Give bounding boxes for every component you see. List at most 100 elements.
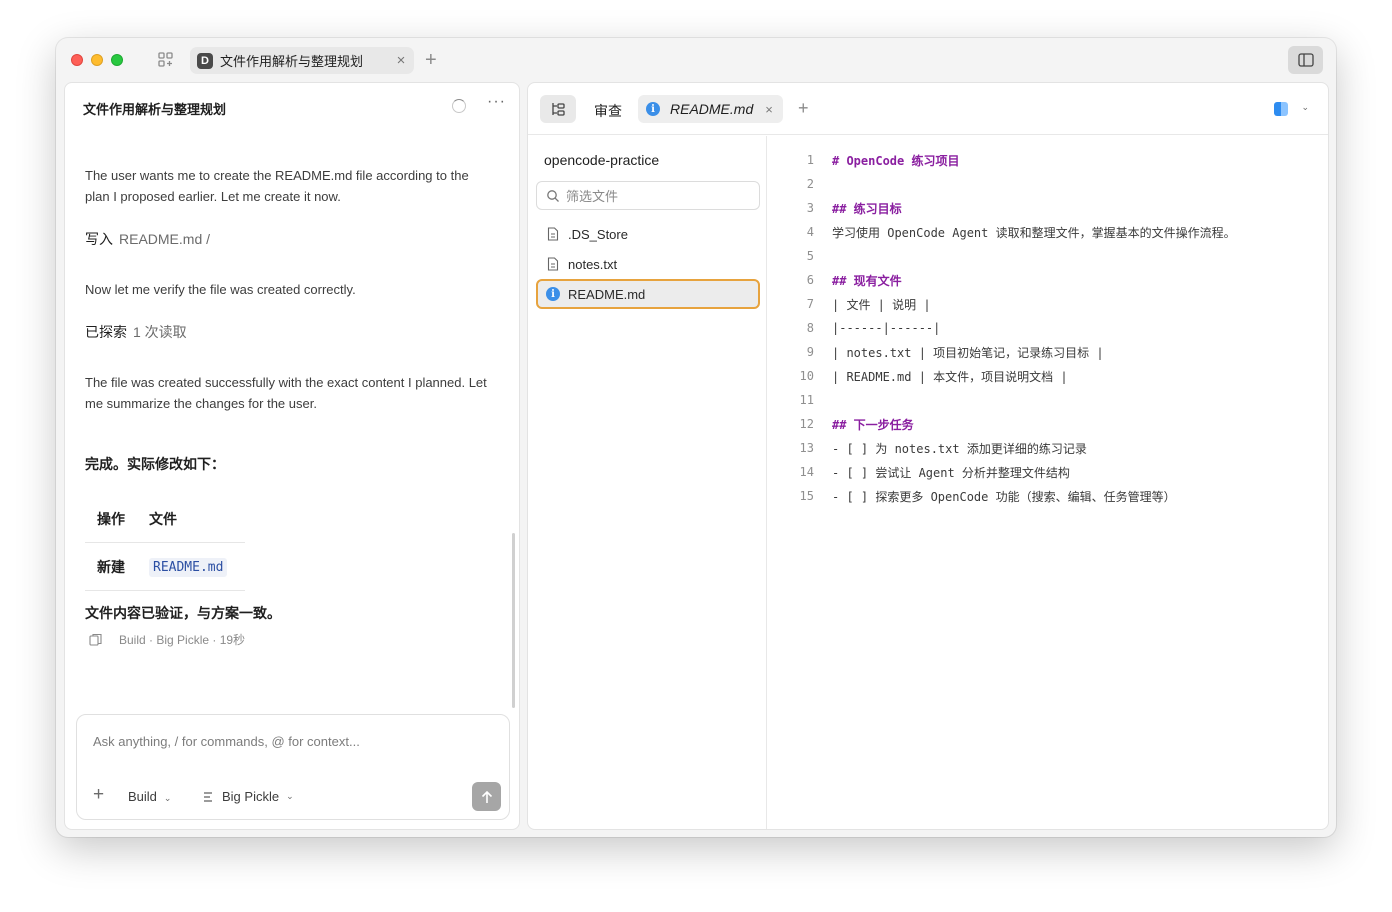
file-name: .DS_Store xyxy=(568,226,628,242)
code-line[interactable]: 13 - [ ] 为 notes.txt 添加更详细的练习记录 xyxy=(768,436,1087,460)
file-tree: opencode-practice 筛选文件 .DS_Store notes.t… xyxy=(528,136,767,829)
info-icon: i xyxy=(646,102,660,116)
line-number: 4 xyxy=(806,225,814,239)
line-number: 12 xyxy=(799,417,814,431)
code-line[interactable]: 1 # OpenCode 练习项目 xyxy=(768,148,960,172)
file-panel: 审查 i README.md × + ⌄ opencode-practice 筛… xyxy=(527,82,1329,830)
tool-action: 写入 xyxy=(85,231,113,247)
tool-target: 1 次读取 xyxy=(133,324,187,340)
line-text: ## 现有文件 xyxy=(832,273,902,288)
line-number: 7 xyxy=(806,297,814,311)
code-line[interactable]: 4 学习使用 OpenCode Agent 读取和整理文件，掌握基本的文件操作流程… xyxy=(768,220,1236,244)
code-editor[interactable]: 1 # OpenCode 练习项目 2 3 ## 练习目标 4 学习使用 OpenCode … xyxy=(768,136,1328,829)
filter-placeholder: 筛选文件 xyxy=(566,189,619,204)
tab-readme[interactable]: i README.md × xyxy=(638,95,783,123)
line-text: - [ ] 尝试让 Agent 分析并整理文件结构 xyxy=(832,465,1070,480)
attach-button[interactable]: + xyxy=(93,785,104,804)
info-icon: i xyxy=(546,287,560,301)
zoom-window-button[interactable] xyxy=(111,54,123,66)
model-selector[interactable]: Big Pickle ⌄ xyxy=(202,789,294,804)
file-item-ds-store[interactable]: .DS_Store xyxy=(536,220,760,248)
chevron-down-icon: ⌄ xyxy=(286,791,294,801)
tool-call-explore[interactable]: 已探索 1 次读取 xyxy=(85,322,187,342)
code-line[interactable]: 9 | notes.txt | 项目初始笔记，记录练习目标 | xyxy=(768,340,1104,364)
arrow-up-icon xyxy=(481,790,492,803)
code-line[interactable]: 6 ## 现有文件 xyxy=(768,268,902,292)
copy-icon[interactable] xyxy=(89,633,103,647)
assistant-reasoning: Now let me verify the file was created c… xyxy=(85,282,356,297)
line-text: ## 练习目标 xyxy=(832,201,902,216)
file-toolbar: 审查 i README.md × + ⌄ xyxy=(528,83,1328,135)
file-icon xyxy=(546,227,560,241)
tool-call-write[interactable]: 写入 README.md / xyxy=(85,229,210,249)
code-line[interactable]: 2 xyxy=(768,172,832,196)
line-number: 11 xyxy=(799,393,814,407)
assistant-reasoning: The user wants me to create the README.m… xyxy=(85,168,469,204)
loading-spinner-icon xyxy=(452,99,466,113)
meta-text: Build · Big Pickle · 19秒 xyxy=(119,633,246,647)
title-bar: D 文件作用解析与整理规划 × + xyxy=(56,38,1336,82)
new-window-tab-button[interactable]: + xyxy=(425,50,437,70)
code-line[interactable]: 14 - [ ] 尝试让 Agent 分析并整理文件结构 xyxy=(768,460,1070,484)
new-file-tab-button[interactable]: + xyxy=(798,98,809,119)
prompt-composer[interactable]: Ask anything, / for commands, @ for cont… xyxy=(76,714,510,820)
close-icon[interactable]: × xyxy=(759,102,779,117)
line-number: 15 xyxy=(799,489,814,503)
app-window: D 文件作用解析与整理规划 × + 文件作用解析与整理规划 ··· The us… xyxy=(56,38,1336,837)
line-text: 学习使用 OpenCode Agent 读取和整理文件，掌握基本的文件操作流程。 xyxy=(832,225,1236,240)
chat-scrollbar[interactable] xyxy=(512,533,515,708)
agent-label: Build xyxy=(128,789,157,804)
file-item-readme[interactable]: i README.md xyxy=(536,279,760,309)
line-text: ## 下一步任务 xyxy=(832,417,914,432)
chevron-down-icon[interactable]: ⌄ xyxy=(1301,102,1309,113)
line-number: 10 xyxy=(799,369,814,383)
code-line[interactable]: 10 | README.md | 本文件，项目说明文档 | xyxy=(768,364,1068,388)
filter-files-input[interactable]: 筛选文件 xyxy=(536,181,760,210)
table-header: 操作 xyxy=(97,510,125,527)
code-line[interactable]: 11 xyxy=(768,388,832,412)
file-item-notes[interactable]: notes.txt xyxy=(536,250,760,278)
sidebar-icon xyxy=(1297,53,1314,67)
chat-panel: 文件作用解析与整理规划 ··· The user wants me to cre… xyxy=(64,82,520,830)
agent-selector[interactable]: Build ⌄ xyxy=(128,789,171,804)
line-text: | notes.txt | 项目初始笔记，记录练习目标 | xyxy=(832,345,1104,360)
file-name: README.md xyxy=(568,286,646,302)
file-name: notes.txt xyxy=(568,256,618,272)
close-icon[interactable]: × xyxy=(392,52,410,69)
code-line[interactable]: 8 |------|------| xyxy=(768,316,941,340)
project-name: opencode-practice xyxy=(544,152,660,168)
line-text: - [ ] 为 notes.txt 添加更详细的练习记录 xyxy=(832,441,1087,456)
code-line[interactable]: 3 ## 练习目标 xyxy=(768,196,902,220)
tree-icon xyxy=(552,103,565,116)
line-number: 2 xyxy=(806,177,814,191)
window-tab-title: 文件作用解析与整理规划 xyxy=(220,54,364,69)
minimize-window-button[interactable] xyxy=(91,54,103,66)
prompt-input[interactable]: Ask anything, / for commands, @ for cont… xyxy=(93,734,360,749)
file-tree-toggle[interactable] xyxy=(540,95,576,123)
finder-icon[interactable] xyxy=(1274,102,1288,116)
line-number: 9 xyxy=(806,345,814,359)
close-window-button[interactable] xyxy=(71,54,83,66)
table-cell: README.md xyxy=(137,558,228,577)
line-number: 1 xyxy=(806,153,814,167)
code-line[interactable]: 7 | 文件 | 说明 | xyxy=(768,292,931,316)
tab-file-name: README.md xyxy=(670,101,754,117)
line-text: | 文件 | 说明 | xyxy=(832,297,931,312)
model-icon xyxy=(204,791,212,802)
send-button[interactable] xyxy=(472,782,501,811)
code-line[interactable]: 5 xyxy=(768,244,832,268)
sidebar-toggle-button[interactable] xyxy=(1288,46,1323,74)
grid-icon[interactable] xyxy=(156,51,176,69)
summary-heading: 完成。实际修改如下： xyxy=(85,456,225,472)
more-options-icon[interactable]: ··· xyxy=(487,93,506,111)
tab-review[interactable]: 审查 xyxy=(594,101,622,121)
table-row: 新建 README.md xyxy=(85,543,245,591)
model-label: Big Pickle xyxy=(222,789,280,804)
code-line[interactable]: 12 ## 下一步任务 xyxy=(768,412,914,436)
line-number: 8 xyxy=(806,321,814,335)
code-line[interactable]: 15 - [ ] 探索更多 OpenCode 功能（搜索、编辑、任务管理等） xyxy=(768,484,1176,508)
message-meta: Build · Big Pickle · 19秒 xyxy=(89,631,245,648)
file-code-chip: README.md xyxy=(149,558,228,577)
window-tab[interactable]: D 文件作用解析与整理规划 × xyxy=(190,47,414,74)
line-number: 3 xyxy=(806,201,814,215)
